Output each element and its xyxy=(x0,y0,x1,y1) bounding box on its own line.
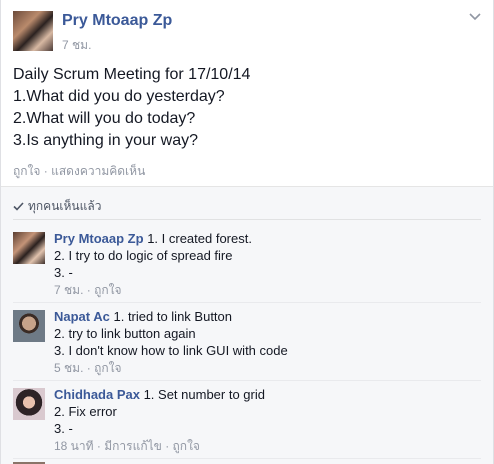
comment-meta: 18 นาที · มีการแก้ไข · ถูกใจ xyxy=(54,438,265,455)
post-text-line: 3.Is anything in your way? xyxy=(13,132,198,149)
comment-text: 2. try to link button again xyxy=(54,326,196,341)
comment-text: 2. Fix error xyxy=(54,404,117,419)
comment-text: 1. I created forest. xyxy=(143,231,252,246)
comment-meta: 5 ชม. · ถูกใจ xyxy=(54,360,288,377)
comment-content: Napat Ac 1. tried to link Button 2. try … xyxy=(54,308,288,377)
comment-like-button[interactable]: ถูกใจ xyxy=(94,361,121,375)
comments-section: ทุกคนเห็นแล้ว Pry Mtoaap Zp 1. I created… xyxy=(1,186,493,464)
post-header: Pry Mtoaap Zp 7 ชม. xyxy=(1,0,493,62)
divider xyxy=(13,219,481,220)
comment-text: 3. I don't know how to link GUI with cod… xyxy=(54,343,288,358)
like-button[interactable]: ถูกใจ xyxy=(13,164,40,178)
facebook-post: Pry Mtoaap Zp 7 ชม. Daily Scrum Meeting … xyxy=(0,0,494,464)
comment-timestamp[interactable]: 5 ชม. xyxy=(54,361,83,375)
post-timestamp[interactable]: 7 ชม. xyxy=(62,36,91,55)
seen-by-label: ทุกคนเห็นแล้ว xyxy=(28,199,102,213)
meta-separator: · xyxy=(96,439,101,453)
comment-like-button[interactable]: ถูกใจ xyxy=(173,439,200,453)
commenter-name[interactable]: Napat Ac xyxy=(54,309,110,324)
post-body: Daily Scrum Meeting for 17/10/14 1.What … xyxy=(13,64,250,152)
author-avatar[interactable] xyxy=(13,11,53,51)
comment-edited-label[interactable]: มีการแก้ไข xyxy=(104,439,162,453)
action-separator: · xyxy=(43,164,48,178)
seen-by-indicator: ทุกคนเห็นแล้ว xyxy=(13,197,101,216)
commenter-name[interactable]: Chidhada Pax xyxy=(54,387,140,402)
author-name[interactable]: Pry Mtoaap Zp xyxy=(62,12,172,30)
comment-button[interactable]: แสดงความคิดเห็น xyxy=(51,164,145,178)
comment-timestamp[interactable]: 18 นาที xyxy=(54,439,94,453)
check-icon xyxy=(13,202,24,211)
comment-text: 2. I try to do logic of spread fire xyxy=(54,248,233,263)
commenter-name[interactable]: Pry Mtoaap Zp xyxy=(54,231,144,246)
divider xyxy=(13,380,481,381)
post-text-line: 1.What did you do yesterday? xyxy=(13,88,225,105)
meta-separator: · xyxy=(86,361,91,375)
comment-text: 1. tried to link Button xyxy=(109,309,232,324)
divider xyxy=(13,458,481,459)
post-text-line: 2.What will you do today? xyxy=(13,110,196,127)
post-actions: ถูกใจ · แสดงความคิดเห็น xyxy=(13,162,145,181)
comment-text: 3. - xyxy=(54,421,73,436)
post-text-line: Daily Scrum Meeting for 17/10/14 xyxy=(13,66,251,83)
comment-text: 1. Set number to grid xyxy=(139,387,265,402)
comment-text: 3. - xyxy=(54,265,73,280)
commenter-avatar[interactable] xyxy=(13,232,45,264)
comment-timestamp[interactable]: 7 ชม. xyxy=(54,283,83,297)
comment-content: Pry Mtoaap Zp 1. I created forest. 2. I … xyxy=(54,230,252,299)
commenter-avatar[interactable] xyxy=(13,310,45,342)
meta-separator: · xyxy=(165,439,170,453)
comment-content: Chidhada Pax 1. Set number to grid 2. Fi… xyxy=(54,386,265,455)
meta-separator: · xyxy=(86,283,91,297)
chevron-down-icon[interactable] xyxy=(469,13,481,21)
comment-like-button[interactable]: ถูกใจ xyxy=(94,283,121,297)
divider xyxy=(13,302,481,303)
comment-meta: 7 ชม. · ถูกใจ xyxy=(54,282,252,299)
commenter-avatar[interactable] xyxy=(13,388,45,420)
